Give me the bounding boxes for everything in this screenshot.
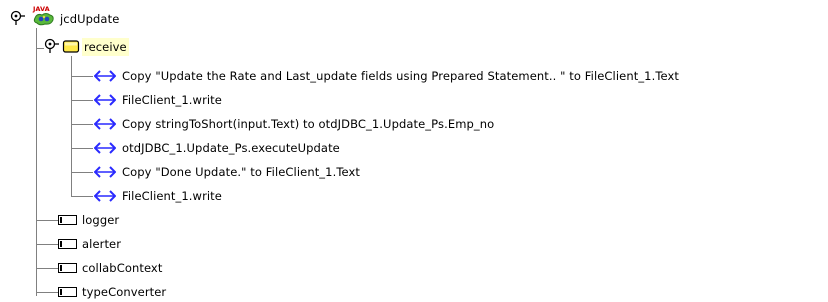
- statement-arrow-icon: [93, 140, 117, 156]
- receive-node-label[interactable]: receive: [82, 38, 129, 56]
- field-label[interactable]: logger: [82, 211, 119, 229]
- tree-connector-receive: [36, 48, 44, 49]
- root-node-label[interactable]: jcdUpdate: [60, 10, 119, 28]
- statement-arrow-icon: [93, 68, 117, 84]
- root-expand-handle-icon[interactable]: [10, 10, 26, 26]
- statement-arrow-icon: [93, 92, 117, 108]
- java-collaboration-icon: JAVA: [32, 4, 56, 28]
- tree-connector-field: [36, 220, 58, 221]
- tree-connector-field: [36, 244, 58, 245]
- tree-connector-statement: [71, 76, 93, 77]
- tree-guide-receive: [71, 56, 72, 197]
- field-icon: [58, 286, 78, 298]
- statement-label[interactable]: Copy stringToShort(input.Text) to otdJDB…: [122, 115, 494, 133]
- collaboration-tree: JAVA jcdUpdate receive Copy "Update the …: [0, 0, 828, 302]
- statement-label[interactable]: Copy "Done Update." to FileClient_1.Text: [122, 163, 360, 181]
- folder-icon: [62, 38, 80, 56]
- tree-connector-statement: [71, 196, 93, 197]
- field-label[interactable]: collabContext: [82, 259, 162, 277]
- statement-arrow-icon: [93, 188, 117, 204]
- svg-text:JAVA: JAVA: [32, 5, 50, 13]
- tree-connector-statement: [71, 172, 93, 173]
- tree-connector-statement: [71, 100, 93, 101]
- tree-connector-statement: [71, 148, 93, 149]
- field-label[interactable]: alerter: [82, 235, 121, 253]
- field-icon: [58, 238, 78, 250]
- statement-arrow-icon: [93, 164, 117, 180]
- field-label[interactable]: typeConverter: [82, 283, 166, 301]
- statement-label[interactable]: otdJDBC_1.Update_Ps.executeUpdate: [122, 139, 340, 157]
- statement-label[interactable]: FileClient_1.write: [122, 91, 222, 109]
- tree-connector-field: [36, 268, 58, 269]
- statement-label[interactable]: Copy "Update the Rate and Last_update fi…: [122, 67, 679, 85]
- tree-guide-root: [36, 28, 37, 296]
- tree-connector-statement: [71, 124, 93, 125]
- tree-connector-field: [36, 292, 58, 293]
- receive-expand-handle-icon[interactable]: [44, 38, 60, 54]
- field-icon: [58, 262, 78, 274]
- field-icon: [58, 214, 78, 226]
- statement-arrow-icon: [93, 116, 117, 132]
- statement-label[interactable]: FileClient_1.write: [122, 187, 222, 205]
